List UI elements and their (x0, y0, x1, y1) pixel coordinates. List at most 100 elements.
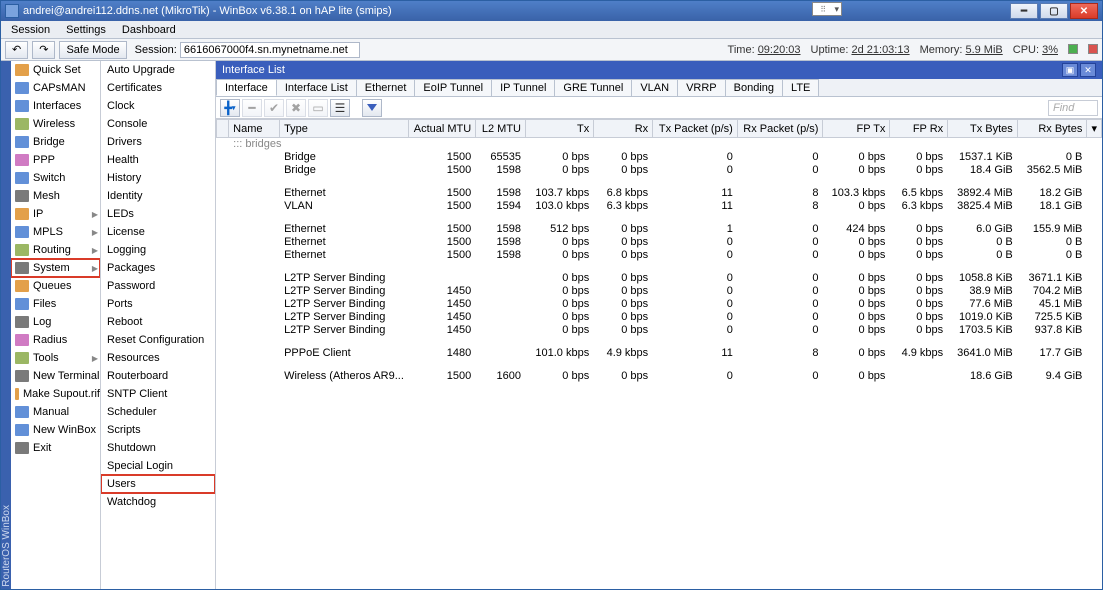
submenu-item-ports[interactable]: Ports (101, 295, 215, 313)
table-row[interactable]: L2TP Server Binding14500 bps0 bps000 bps… (217, 324, 1102, 337)
sidebar-item-new-terminal[interactable]: New Terminal (11, 367, 100, 385)
sidebar-item-tools[interactable]: Tools▶ (11, 349, 100, 367)
comment-button[interactable]: ▭ (308, 99, 328, 117)
sidebar-item-wireless[interactable]: Wireless (11, 115, 100, 133)
sidebar-item-make-supout-rif[interactable]: Make Supout.rif (11, 385, 100, 403)
table-row[interactable]: Ethernet150015980 bps0 bps000 bps0 bps0 … (217, 249, 1102, 262)
table-row[interactable]: Bridge150015980 bps0 bps000 bps0 bps18.4… (217, 164, 1102, 177)
sidebar-item-queues[interactable]: Queues (11, 277, 100, 295)
tab-eoip-tunnel[interactable]: EoIP Tunnel (414, 79, 492, 96)
disable-button[interactable]: ✖ (286, 99, 306, 117)
filter-button[interactable] (362, 99, 382, 117)
table-row[interactable]: Ethernet150015980 bps0 bps000 bps0 bps0 … (217, 236, 1102, 249)
col-header[interactable] (217, 120, 229, 138)
table-row[interactable]: Ethernet15001598512 bps0 bps10424 bps0 b… (217, 223, 1102, 236)
sidebar-item-mesh[interactable]: Mesh (11, 187, 100, 205)
tab-vlan[interactable]: VLAN (631, 79, 678, 96)
tab-bonding[interactable]: Bonding (725, 79, 783, 96)
submenu-item-license[interactable]: License (101, 223, 215, 241)
sidebar-item-interfaces[interactable]: Interfaces (11, 97, 100, 115)
col-header[interactable]: Type (280, 120, 409, 138)
menu-session[interactable]: Session (3, 22, 58, 38)
submenu-item-logging[interactable]: Logging (101, 241, 215, 259)
sidebar-item-bridge[interactable]: Bridge (11, 133, 100, 151)
col-header[interactable]: FP Tx (823, 120, 890, 138)
col-header[interactable]: Tx Packet (p/s) (653, 120, 738, 138)
sidebar-item-exit[interactable]: Exit (11, 439, 100, 457)
submenu-item-reset-configuration[interactable]: Reset Configuration (101, 331, 215, 349)
session-input[interactable] (180, 42, 360, 58)
col-header[interactable]: L2 MTU (476, 120, 526, 138)
sidebar-item-new-winbox[interactable]: New WinBox (11, 421, 100, 439)
tab-interface[interactable]: Interface (216, 79, 277, 96)
submenu-item-health[interactable]: Health (101, 151, 215, 169)
tab-lte[interactable]: LTE (782, 79, 819, 96)
col-header[interactable]: Name (229, 120, 280, 138)
table-row[interactable]: L2TP Server Binding14500 bps0 bps000 bps… (217, 311, 1102, 324)
submenu-item-resources[interactable]: Resources (101, 349, 215, 367)
submenu-item-drivers[interactable]: Drivers (101, 133, 215, 151)
submenu-item-history[interactable]: History (101, 169, 215, 187)
col-header[interactable]: Rx Bytes (1017, 120, 1087, 138)
titlebar-dropdown[interactable]: ⠿ (812, 2, 842, 16)
panel-split-icon[interactable]: ▣ (1062, 63, 1078, 77)
enable-button[interactable]: ✔ (264, 99, 284, 117)
interface-grid[interactable]: NameTypeActual MTUL2 MTUTxRxTx Packet (p… (216, 119, 1102, 590)
submenu-item-routerboard[interactable]: Routerboard (101, 367, 215, 385)
submenu-item-clock[interactable]: Clock (101, 97, 215, 115)
sidebar-item-files[interactable]: Files (11, 295, 100, 313)
col-header[interactable]: FP Rx (890, 120, 948, 138)
sidebar-item-system[interactable]: System▶ (11, 259, 100, 277)
submenu-item-watchdog[interactable]: Watchdog (101, 493, 215, 511)
submenu-item-packages[interactable]: Packages (101, 259, 215, 277)
submenu-item-certificates[interactable]: Certificates (101, 79, 215, 97)
panel-close-icon[interactable]: ✕ (1080, 63, 1096, 77)
menu-dashboard[interactable]: Dashboard (114, 22, 184, 38)
submenu-item-identity[interactable]: Identity (101, 187, 215, 205)
col-header[interactable]: Tx Bytes (948, 120, 1018, 138)
find-input[interactable]: Find (1048, 100, 1098, 116)
submenu-item-scripts[interactable]: Scripts (101, 421, 215, 439)
sidebar-item-routing[interactable]: Routing▶ (11, 241, 100, 259)
detail-button[interactable]: ☰ (330, 99, 350, 117)
tab-vrrp[interactable]: VRRP (677, 79, 726, 96)
submenu-item-leds[interactable]: LEDs (101, 205, 215, 223)
col-header[interactable]: Rx Packet (p/s) (737, 120, 823, 138)
submenu-item-auto-upgrade[interactable]: Auto Upgrade (101, 61, 215, 79)
remove-button[interactable]: ━ (242, 99, 262, 117)
table-row[interactable]: Bridge1500655350 bps0 bps000 bps0 bps153… (217, 151, 1102, 164)
tab-ip-tunnel[interactable]: IP Tunnel (491, 79, 555, 96)
table-row[interactable]: Ethernet15001598103.7 kbps6.8 kbps118103… (217, 187, 1102, 200)
sidebar-item-switch[interactable]: Switch (11, 169, 100, 187)
col-header[interactable]: Rx (594, 120, 653, 138)
col-more[interactable]: ▾ (1087, 120, 1102, 138)
menu-settings[interactable]: Settings (58, 22, 114, 38)
submenu-item-sntp-client[interactable]: SNTP Client (101, 385, 215, 403)
table-row[interactable]: PPPoE Client1480101.0 kbps4.9 kbps1180 b… (217, 347, 1102, 360)
tab-gre-tunnel[interactable]: GRE Tunnel (554, 79, 632, 96)
tab-interface-list[interactable]: Interface List (276, 79, 357, 96)
col-header[interactable]: Tx (526, 120, 594, 138)
submenu-item-password[interactable]: Password (101, 277, 215, 295)
table-row[interactable]: VLAN15001594103.0 kbps6.3 kbps1180 bps6.… (217, 200, 1102, 213)
table-row[interactable]: Wireless (Atheros AR9...150016000 bps0 b… (217, 370, 1102, 383)
forward-button[interactable]: ↷ (32, 41, 55, 59)
submenu-item-users[interactable]: Users (101, 475, 215, 493)
submenu-item-shutdown[interactable]: Shutdown (101, 439, 215, 457)
table-row[interactable]: L2TP Server Binding0 bps0 bps000 bps0 bp… (217, 272, 1102, 285)
col-header[interactable]: Actual MTU (408, 120, 475, 138)
maximize-button[interactable]: ▢ (1040, 3, 1068, 19)
submenu-item-special-login[interactable]: Special Login (101, 457, 215, 475)
table-row[interactable]: L2TP Server Binding14500 bps0 bps000 bps… (217, 298, 1102, 311)
tab-ethernet[interactable]: Ethernet (356, 79, 416, 96)
sidebar-item-mpls[interactable]: MPLS▶ (11, 223, 100, 241)
close-button[interactable]: ✕ (1070, 3, 1098, 19)
sidebar-item-manual[interactable]: Manual (11, 403, 100, 421)
add-button[interactable]: ╋▾ (220, 99, 240, 117)
back-button[interactable]: ↶ (5, 41, 28, 59)
safe-mode-button[interactable]: Safe Mode (59, 41, 126, 59)
sidebar-item-capsman[interactable]: CAPsMAN (11, 79, 100, 97)
sidebar-item-ppp[interactable]: PPP (11, 151, 100, 169)
sidebar-item-ip[interactable]: IP▶ (11, 205, 100, 223)
submenu-item-console[interactable]: Console (101, 115, 215, 133)
